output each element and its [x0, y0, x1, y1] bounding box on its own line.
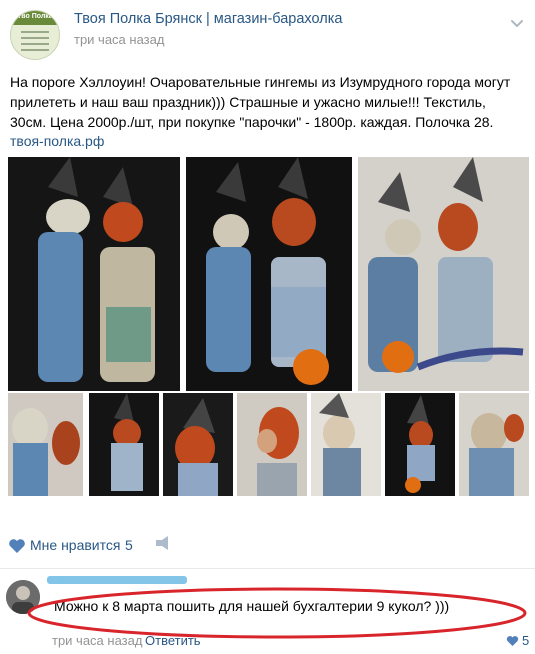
- post-photo[interactable]: [186, 157, 352, 391]
- like-button-label[interactable]: Мне нравится: [30, 537, 120, 553]
- reply-button[interactable]: Ответить: [145, 633, 201, 648]
- post-photo[interactable]: [8, 157, 180, 391]
- post-photo[interactable]: [237, 393, 307, 496]
- post-photo[interactable]: [311, 393, 381, 496]
- post-photo[interactable]: [89, 393, 159, 496]
- post-photo[interactable]: [385, 393, 455, 496]
- share-icon[interactable]: [154, 535, 172, 551]
- like-count[interactable]: 5: [125, 537, 133, 553]
- comment-time[interactable]: три часа назад: [52, 633, 142, 648]
- comment-author-redacted: [47, 576, 187, 584]
- divider: [0, 568, 535, 569]
- heart-icon[interactable]: [506, 635, 519, 647]
- post-photo[interactable]: [8, 393, 83, 496]
- heart-icon[interactable]: [8, 536, 26, 556]
- post-photo[interactable]: [163, 393, 233, 496]
- post-photo[interactable]: [459, 393, 529, 496]
- chevron-down-icon[interactable]: [508, 14, 526, 32]
- group-name[interactable]: Твоя Полка Брянск | магазин-барахолка: [74, 11, 342, 27]
- group-avatar[interactable]: Тво Полка: [10, 10, 60, 60]
- post-link[interactable]: твоя-полка.рф: [10, 133, 104, 149]
- post-photo[interactable]: [358, 157, 529, 391]
- highlight-ellipse: [27, 587, 527, 639]
- post-time[interactable]: три часа назад: [74, 32, 164, 47]
- post-text: На пороге Хэллоуин! Очаровательные гинге…: [10, 74, 511, 130]
- avatar-logo-text: Тво Полка: [17, 13, 53, 20]
- comment-like-count[interactable]: 5: [522, 633, 529, 648]
